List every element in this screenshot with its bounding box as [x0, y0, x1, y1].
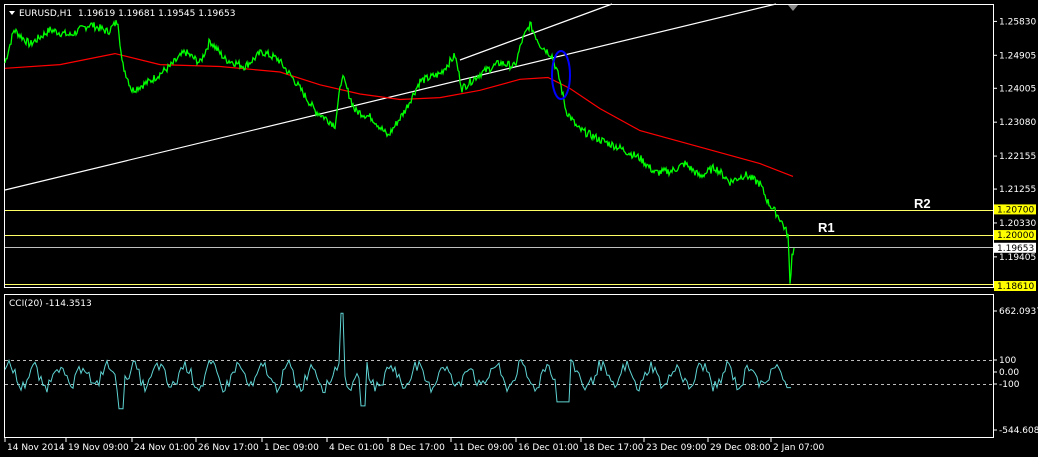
time-label: 19 Nov 09:00 — [68, 443, 129, 453]
shift-marker-icon[interactable] — [788, 5, 798, 11]
time-axis: 14 Nov 2014 19 Nov 09:00 24 Nov 01:00 26 No… — [4, 438, 825, 453]
channel-line-upper[interactable] — [459, 3, 613, 61]
cci-tick-label: -544.6083 — [999, 426, 1038, 436]
price-panel — [4, 4, 994, 288]
price-tick-label: 1.20330 — [999, 219, 1036, 229]
price-tick-label: 1.23080 — [999, 118, 1036, 128]
price-tick-label: 1.24005 — [999, 84, 1036, 94]
time-label: 8 Dec 17:00 — [390, 443, 445, 453]
r1-label: R1 — [818, 220, 835, 235]
time-label: 2 Jan 07:00 — [773, 443, 825, 453]
price-tick-label: 1.22155 — [999, 152, 1036, 162]
cci-tick-label: 662.0937 — [999, 307, 1038, 317]
time-label: 1 Dec 09:00 — [264, 443, 319, 453]
cci-tick-label: 100 — [999, 356, 1016, 366]
time-label: 4 Dec 01:00 — [329, 443, 384, 453]
time-label: 29 Dec 08:00 — [710, 443, 771, 453]
collapse-icon[interactable] — [9, 11, 15, 15]
price-box-label: 1.20000 — [997, 231, 1034, 241]
time-label: 24 Nov 01:00 — [134, 443, 195, 453]
symbol-label: EURUSD,H1 — [19, 9, 72, 19]
chart-canvas: EURUSD,H1 1.19619 1.19681 1.19545 1.1965… — [4, 3, 1038, 453]
cci-label: CCI(20) -114.3513 — [9, 299, 92, 309]
time-label: 26 Nov 17:00 — [198, 443, 259, 453]
time-label: 18 Dec 17:00 — [583, 443, 644, 453]
price-tick-label: 1.25830 — [999, 17, 1036, 27]
price-axis: 1.25830 1.24905 1.24005 1.23080 1.22155 1.212… — [993, 17, 1036, 263]
price-box-label: 1.18610 — [997, 282, 1034, 292]
price-line — [4, 19, 795, 284]
cci-tick-label: -100 — [999, 380, 1020, 390]
breakout-ellipse[interactable] — [551, 50, 571, 100]
price-tick-label: 1.21255 — [999, 185, 1036, 195]
cci-axis: 662.0937 100 0.00 -100 -544.6083 — [993, 307, 1038, 436]
moving-average-line — [4, 52, 794, 177]
ohlc-label: 1.19619 1.19681 1.19545 1.19653 — [78, 9, 235, 19]
price-tick-label: 1.24905 — [999, 51, 1036, 61]
price-tick-label: 1.19405 — [999, 253, 1036, 263]
time-label: 14 Nov 2014 — [7, 443, 65, 453]
time-label: 16 Dec 01:00 — [518, 443, 579, 453]
price-boxes: 1.20700 1.20000 1.19653 1.18610 — [994, 204, 1036, 292]
price-box-label: 1.19653 — [997, 244, 1034, 254]
time-label: 11 Dec 09:00 — [453, 443, 514, 453]
cci-tick-label: 0.00 — [999, 368, 1019, 378]
channel-line-lower[interactable] — [4, 3, 777, 191]
r2-label: R2 — [914, 196, 931, 211]
price-box-label: 1.20700 — [997, 205, 1034, 215]
time-label: 23 Dec 09:00 — [646, 443, 707, 453]
